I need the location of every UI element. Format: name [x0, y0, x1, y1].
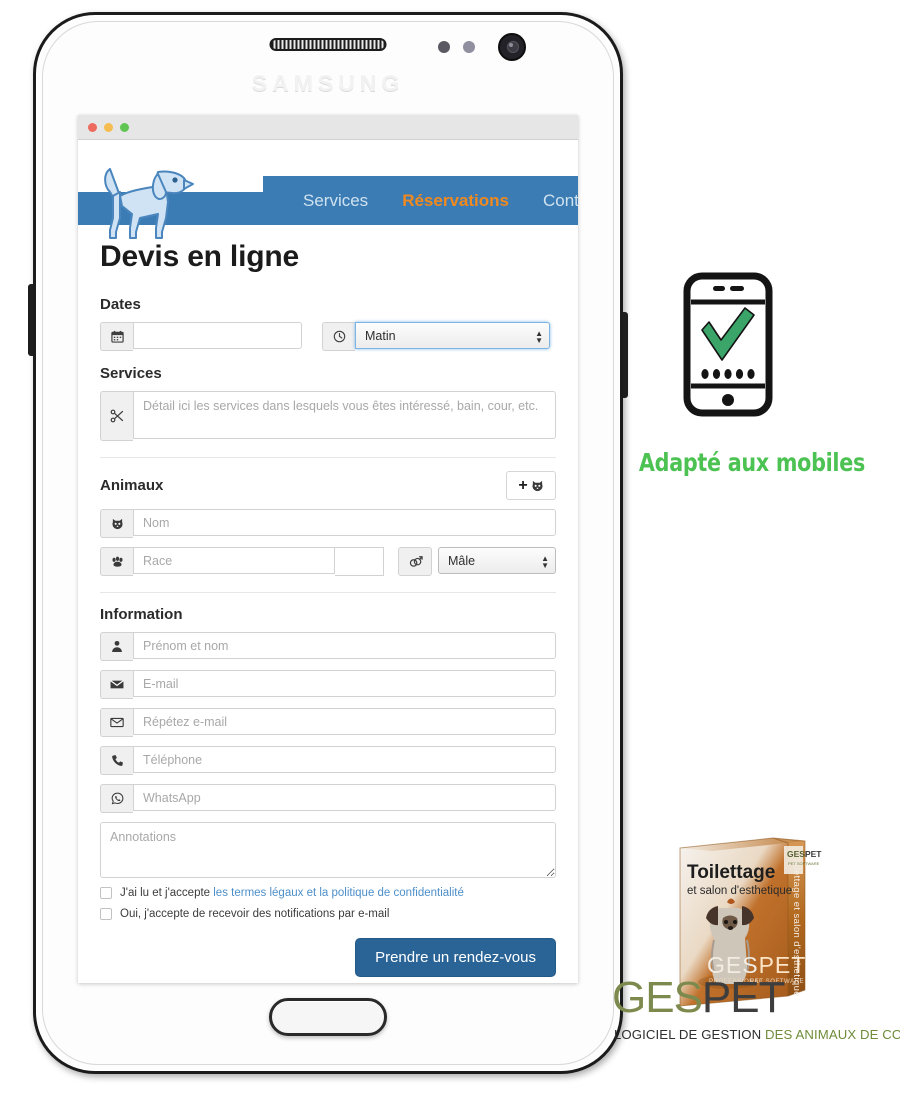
annotations-textarea[interactable] — [100, 822, 556, 878]
email-repeat-input[interactable] — [133, 708, 556, 735]
section-heading-information: Information — [100, 606, 183, 623]
pet-face-icon — [532, 480, 543, 491]
nav-item-reservations[interactable]: Réservations — [402, 191, 509, 211]
plus-icon: + — [518, 476, 528, 494]
mobile-badge-caption: Adapté aux mobiles — [638, 448, 866, 477]
svg-text:et salon d'esthetique: et salon d'esthetique — [687, 885, 792, 897]
submit-row: Prendre un rendez-vous — [100, 938, 556, 983]
samsung-phone-mockup: SAMSUNG Services Réservations Cont Devis… — [28, 12, 628, 1074]
gender-select[interactable]: Mâle — [438, 547, 556, 574]
calendar-icon — [100, 322, 133, 351]
gespet-pet: PET — [701, 973, 786, 1022]
power-button[interactable] — [623, 312, 628, 398]
browser-titlebar — [78, 115, 578, 140]
pet-breed-input[interactable] — [133, 547, 335, 574]
section-heading-services: Services — [100, 365, 162, 382]
date-input[interactable] — [133, 322, 302, 349]
phone-row — [100, 746, 556, 775]
pet-name-row — [100, 509, 556, 538]
phone-input[interactable] — [133, 746, 556, 773]
newsletter-text: Oui, j'accepte de recevoir des notificat… — [120, 908, 390, 920]
submit-appointment-button[interactable]: Prendre un rendez-vous — [355, 938, 556, 977]
home-button[interactable] — [269, 998, 387, 1036]
gespet-tagline: LOGICIEL DE GESTION DES ANIMAUX DE COMPA… — [614, 1027, 900, 1042]
email-repeat-row — [100, 708, 556, 737]
terms-checkbox[interactable] — [100, 887, 112, 899]
section-heading-dates: Dates — [100, 296, 141, 313]
gender-icon — [398, 547, 432, 576]
tagline-dark: LOGICIEL DE GESTION — [614, 1027, 762, 1042]
earpiece-speaker-icon — [269, 38, 387, 51]
svg-text:Toilettage et salon d'esthetiq: Toilettage et salon d'esthetique — [791, 854, 802, 997]
annotations-row — [100, 822, 556, 878]
svg-text:GESPET: GESPET — [787, 849, 822, 859]
phone-check-icon — [683, 272, 773, 417]
window-maximize-button[interactable] — [120, 122, 129, 132]
window-minimize-button[interactable] — [104, 122, 113, 132]
dates-row: Matin ▲ ▼ — [100, 322, 556, 351]
svg-text:Toilettage: Toilettage — [687, 862, 775, 883]
proximity-sensor-icon — [438, 41, 450, 53]
services-row — [100, 391, 556, 441]
page-title: Devis en ligne — [100, 240, 299, 273]
time-select[interactable]: Matin — [355, 322, 550, 349]
add-pet-button[interactable]: + — [506, 471, 556, 500]
site-header: Services Réservations Contact — [78, 140, 578, 239]
pet-name-input[interactable] — [133, 509, 556, 536]
scissors-icon — [100, 391, 133, 441]
form-container: Devis en ligne Dates Matin ▲ ▼ Services … — [78, 240, 578, 983]
envelope-outline-icon — [100, 708, 133, 737]
time-select-wrap: Matin ▲ ▼ — [355, 322, 550, 351]
phone-icon — [100, 746, 133, 775]
pet-breed-row: Mâle ▲▼ — [100, 547, 556, 576]
paw-icon — [100, 547, 133, 576]
site-navigation: Services Réservations Contact — [263, 176, 578, 225]
user-icon — [100, 632, 133, 661]
animaux-header: Animaux + — [100, 471, 556, 500]
window-close-button[interactable] — [88, 122, 97, 132]
whatsapp-icon — [100, 784, 133, 813]
gespet-ges: GES — [612, 973, 703, 1022]
terms-text: J'ai lu et j'accepte les termes légaux e… — [120, 887, 464, 899]
page-viewport: Services Réservations Contact Devis en l… — [78, 140, 578, 983]
divider — [100, 457, 556, 458]
section-heading-animaux: Animaux — [100, 477, 164, 494]
fullname-row — [100, 632, 556, 661]
divider — [100, 592, 556, 593]
svg-text:PET SOFTWARE: PET SOFTWARE — [788, 861, 820, 866]
gespet-wordmark: GESPET — [612, 976, 785, 1020]
phone-brand-label: SAMSUNG — [251, 70, 405, 96]
terms-link[interactable]: les termes légaux et la politique de con… — [213, 887, 464, 899]
pet-face-icon — [100, 509, 133, 538]
services-textarea[interactable] — [133, 391, 556, 439]
whatsapp-row — [100, 784, 556, 813]
nav-item-services[interactable]: Services — [303, 191, 368, 211]
browser-window: Services Réservations Contact Devis en l… — [78, 115, 578, 983]
envelope-filled-icon — [100, 670, 133, 699]
fullname-input[interactable] — [133, 632, 556, 659]
gender-select-wrap: Mâle ▲ ▼ — [438, 547, 556, 576]
nav-item-contact[interactable]: Contact — [543, 191, 578, 211]
clock-icon — [322, 322, 355, 351]
terms-consent-row[interactable]: J'ai lu et j'accepte les termes légaux e… — [100, 887, 556, 899]
newsletter-consent-row[interactable]: Oui, j'accepte de recevoir des notificat… — [100, 908, 556, 920]
front-camera-icon — [498, 33, 526, 61]
volume-button[interactable] — [28, 284, 33, 356]
email-input[interactable] — [133, 670, 556, 697]
newsletter-checkbox[interactable] — [100, 908, 112, 920]
gespet-product-block: Toilettage et salon d'esthetique GES PET … — [608, 810, 900, 1058]
whatsapp-input[interactable] — [133, 784, 556, 811]
tagline-green: DES ANIMAUX DE COMPAGNIE — [765, 1027, 900, 1042]
pet-breed-secondary-input[interactable] — [335, 547, 384, 576]
light-sensor-icon — [463, 41, 475, 53]
dog-logo-icon — [104, 168, 194, 239]
email-row — [100, 670, 556, 699]
